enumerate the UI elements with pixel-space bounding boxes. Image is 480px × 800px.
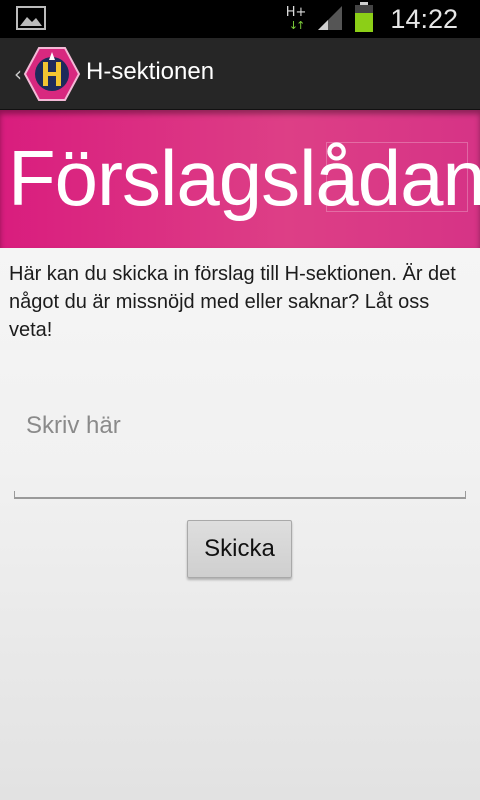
status-bar: H+ ↓↑ 14:22: [0, 0, 480, 38]
app-title: H-sektionen: [86, 58, 215, 85]
input-underline: [14, 491, 466, 499]
send-button[interactable]: Skicka: [187, 520, 292, 578]
action-bar: ‹ H-sektionen: [0, 38, 480, 110]
page-title: Förslagslådan: [8, 134, 480, 222]
battery-icon: [354, 2, 374, 36]
network-type-indicator: H+ ↓↑: [286, 6, 307, 32]
form-description: Här kan du skicka in förslag till H-sekt…: [9, 263, 456, 341]
suggestion-input-container: [14, 396, 466, 498]
data-activity-icon: ↓↑: [288, 19, 306, 32]
chevron-left-icon[interactable]: ‹: [14, 62, 22, 86]
h-section-logo-icon[interactable]: [22, 44, 82, 104]
network-type-label: H+: [285, 5, 307, 20]
suggestion-input[interactable]: [14, 396, 466, 498]
page-banner: Förslagslådan: [0, 110, 480, 248]
signal-strength-icon: [316, 3, 344, 35]
status-clock: 14:22: [390, 3, 458, 34]
image-notification-icon: [16, 6, 46, 34]
suggestion-form: Här kan du skicka in förslag till H-sekt…: [0, 248, 480, 800]
